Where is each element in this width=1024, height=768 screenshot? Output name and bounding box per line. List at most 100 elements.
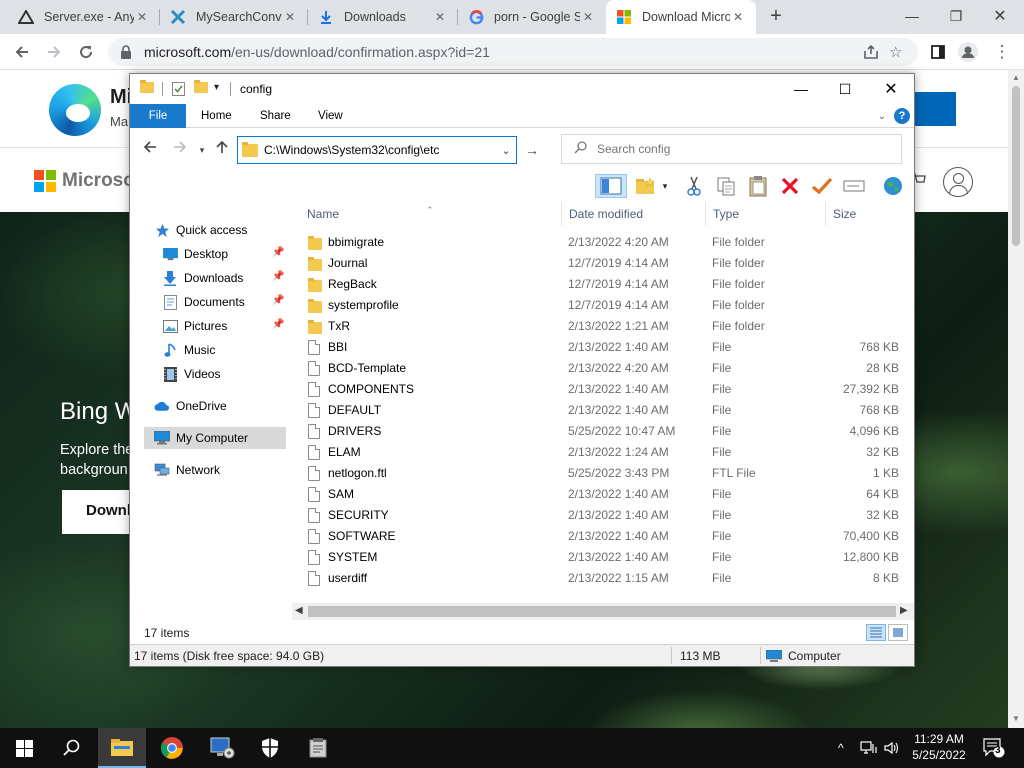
pin-icon[interactable]: 📌 [272,271,284,282]
preview-pane-icon[interactable] [595,174,627,198]
tab-share[interactable]: Share [246,104,305,128]
file-row[interactable]: SOFTWARE 2/13/2022 1:40 AM File 70,400 KB [300,526,914,547]
tab-server-exe[interactable]: Server.exe - Any.Run ✕ [8,0,160,34]
recent-locations-icon[interactable]: ▾ [192,140,212,160]
scroll-thumb[interactable] [308,606,896,617]
back-icon[interactable] [140,140,160,160]
bookmark-star-icon[interactable]: ☆ [889,38,902,66]
cut-icon[interactable] [681,174,707,198]
file-row[interactable]: DEFAULT 2/13/2022 1:40 AM File 768 KB [300,400,914,421]
file-row[interactable]: DRIVERS 5/25/2022 10:47 AM File 4,096 KB [300,421,914,442]
file-row[interactable]: SAM 2/13/2022 1:40 AM File 64 KB [300,484,914,505]
properties-icon[interactable] [172,82,186,96]
scroll-left-icon[interactable]: ◀ [295,605,303,616]
file-row[interactable]: COMPONENTS 2/13/2022 1:40 AM File 27,392 KB [300,379,914,400]
file-row[interactable]: BCD-Template 2/13/2022 4:20 AM File 28 KB [300,358,914,379]
new-folder-icon[interactable] [633,174,659,198]
search-icon[interactable] [48,728,96,768]
pin-icon[interactable]: 📌 [272,247,284,258]
chevron-down-icon[interactable]: ▾ [658,174,672,198]
tab-google-search[interactable]: porn - Google Search ✕ [458,0,606,34]
file-row[interactable]: TxR 2/13/2022 1:21 AM File folder [300,316,914,337]
help-icon[interactable]: ? [894,108,910,124]
microsoft-wordmark[interactable]: Microso [62,170,135,192]
system-clock[interactable]: 11:29 AM 5/25/2022 [904,731,974,763]
reload-icon[interactable] [74,40,98,64]
profile-avatar-icon[interactable] [956,40,980,64]
scroll-down-icon[interactable]: ▼ [1012,714,1020,723]
search-field[interactable] [561,134,902,164]
microsoft-logo-icon[interactable] [34,170,56,192]
close-window-icon[interactable]: ✕ [980,4,1020,28]
search-input[interactable] [597,142,877,156]
page-scrollbar[interactable]: ▲ ▼ [1008,70,1024,728]
nav-onedrive[interactable]: OneDrive [154,395,300,417]
close-icon[interactable]: ✕ [134,9,150,25]
large-icons-view-icon[interactable] [888,624,908,641]
start-button[interactable] [0,728,48,768]
network-status-icon[interactable] [860,728,878,768]
close-window-icon[interactable]: ✕ [868,74,914,104]
go-arrow-icon[interactable]: → [522,140,542,160]
copy-icon[interactable] [713,174,739,198]
customize-quick-access-icon[interactable]: ▾ [214,82,228,96]
file-row[interactable]: bbimigrate 2/13/2022 4:20 AM File folder [300,232,914,253]
delete-icon[interactable] [777,174,803,198]
file-row[interactable]: systemprofile 12/7/2019 4:14 AM File folde… [300,295,914,316]
close-icon[interactable]: ✕ [282,9,298,25]
tab-view[interactable]: View [304,104,357,128]
file-row[interactable]: SYSTEM 2/13/2022 1:40 AM File 12,800 KB [300,547,914,568]
minimize-icon[interactable]: — [892,4,932,28]
column-header-size[interactable]: Size [826,202,906,226]
forward-icon[interactable] [170,140,190,160]
expand-ribbon-icon[interactable]: ⌄ [878,111,886,122]
tab-home[interactable]: Home [187,104,246,128]
checkmark-icon[interactable] [809,174,835,198]
file-row[interactable]: SECURITY 2/13/2022 1:40 AM File 32 KB [300,505,914,526]
up-folder-icon[interactable] [212,140,232,160]
pin-icon[interactable]: 📌 [272,319,284,330]
file-explorer-taskbar-icon[interactable] [98,728,146,768]
globe-icon[interactable] [880,174,906,198]
remote-desktop-taskbar-icon[interactable] [198,728,246,768]
chevron-down-icon[interactable]: ⌄ [496,144,516,157]
scroll-right-icon[interactable]: ▶ [900,605,908,616]
minimize-icon[interactable]: — [778,74,824,104]
nav-my-computer[interactable]: My Computer [144,427,286,449]
nav-music[interactable]: Music [162,339,300,361]
tab-downloads[interactable]: Downloads ✕ [308,0,458,34]
file-row[interactable]: BBI 2/13/2022 1:40 AM File 768 KB [300,337,914,358]
column-header-type[interactable]: Type [706,202,826,226]
new-tab-button[interactable]: + [766,6,786,27]
notifications-icon[interactable]: 3 [983,728,1005,768]
file-row[interactable]: netlogon.ftl 5/25/2022 3:43 PM FTL File 1 K… [300,463,914,484]
new-folder-icon[interactable] [194,80,208,96]
rename-icon[interactable] [841,174,867,198]
address-input[interactable]: C:\Windows\System32\config\etc ⌄ [237,136,517,164]
app-taskbar-icon[interactable] [294,728,342,768]
show-hidden-icons-icon[interactable]: ^ [838,728,844,768]
chrome-menu-icon[interactable]: ⋮ [990,40,1014,64]
scroll-thumb[interactable] [1012,86,1020,246]
nav-quick-access[interactable]: Quick access [154,219,300,241]
address-bar[interactable]: microsoft.com/en-us/download/confirmatio… [108,38,918,66]
file-row[interactable]: ELAM 2/13/2022 1:24 AM File 32 KB [300,442,914,463]
share-icon[interactable] [863,38,879,66]
scroll-up-icon[interactable]: ▲ [1012,73,1020,82]
nav-network[interactable]: Network [154,459,300,481]
back-icon[interactable] [10,40,34,64]
file-row[interactable]: userdiff 2/13/2022 1:15 AM File 8 KB [300,568,914,589]
tab-download-microsoft-edge[interactable]: Download Microsoft Edge ✕ [606,0,756,34]
column-header-name[interactable]: Name ⌃ [300,202,562,226]
close-icon[interactable]: ✕ [580,9,596,25]
close-icon[interactable]: ✕ [432,9,448,25]
horizontal-scrollbar[interactable]: ◀ ▶ [292,603,914,620]
chrome-taskbar-icon[interactable] [148,728,196,768]
forward-icon[interactable] [42,40,66,64]
maximize-icon[interactable]: ☐ [822,74,868,104]
nav-videos[interactable]: Videos [162,363,300,385]
details-view-icon[interactable] [866,624,886,641]
account-icon[interactable] [943,167,973,197]
file-row[interactable]: RegBack 12/7/2019 4:14 AM File folder [300,274,914,295]
paste-icon[interactable] [745,174,771,198]
